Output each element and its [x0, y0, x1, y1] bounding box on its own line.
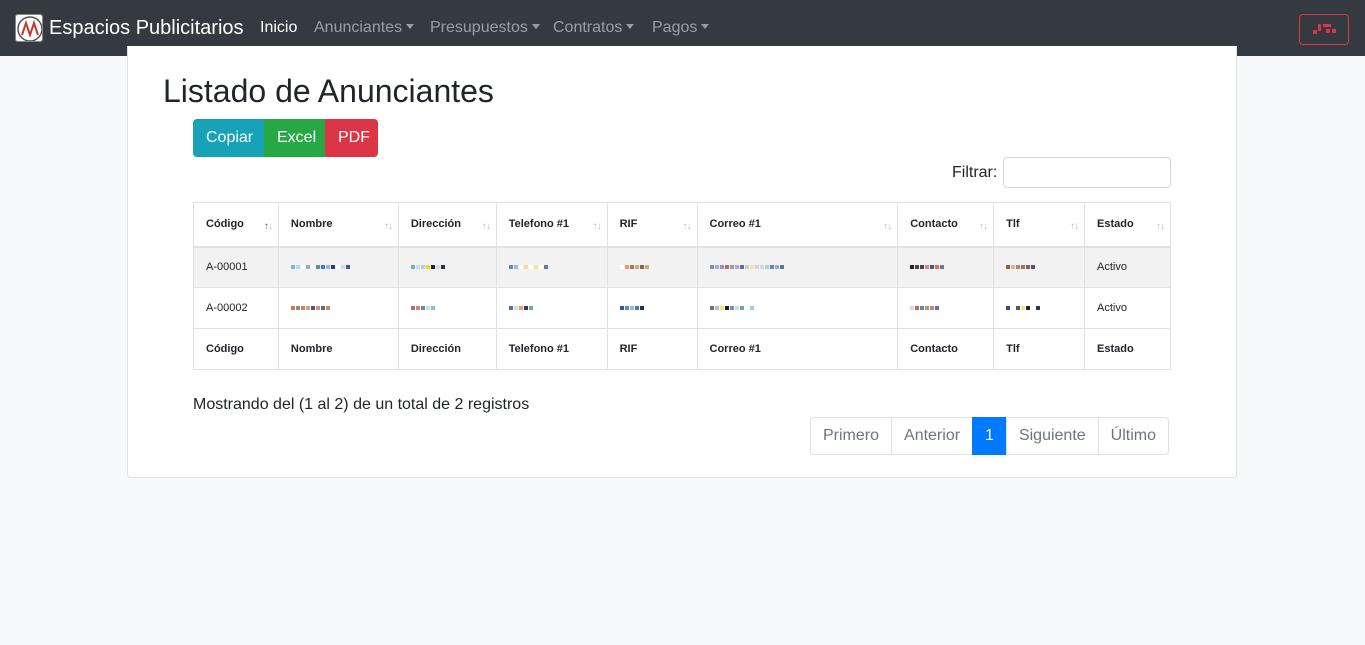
caret-down-icon	[701, 24, 710, 29]
cell-redacted	[993, 246, 1085, 288]
pagination: Primero Anterior 1 Siguiente Último	[810, 417, 1170, 455]
column-header-direccion[interactable]: Dirección ↑↓	[397, 202, 497, 248]
redacted-text	[508, 302, 533, 314]
user-icon	[1313, 24, 1337, 36]
table-header-row: Código ↑↓ Nombre ↑↓ Dirección ↑↓ Telefono #…	[193, 202, 1171, 248]
page-first-button[interactable]: Primero	[810, 417, 893, 455]
redacted-text	[910, 302, 940, 314]
cell-redacted	[495, 246, 608, 288]
footer-estado: Estado	[1084, 328, 1171, 370]
cell-redacted	[897, 246, 995, 288]
table-footer-row: Código Nombre Dirección Telefono #1 RIF …	[193, 328, 1171, 370]
column-header-tlf[interactable]: Tlf ↑↓	[993, 202, 1085, 248]
redacted-text	[1006, 302, 1041, 314]
cell-estado: Activo	[1084, 246, 1171, 288]
sort-icon: ↑↓	[682, 221, 692, 232]
caret-down-icon	[626, 24, 635, 29]
brand-title: Espacios Publicitarios	[49, 17, 244, 39]
footer-codigo: Código	[193, 328, 279, 370]
redacted-text	[508, 261, 548, 273]
footer-correo: Correo #1	[696, 328, 899, 370]
sort-icon: ↑↓	[1070, 221, 1079, 232]
redacted-text	[290, 261, 350, 273]
sort-icon: ↑↓	[481, 221, 491, 232]
sort-icon: ↑↓	[383, 221, 393, 232]
cell-estado: Activo	[1084, 287, 1171, 329]
brand[interactable]: Espacios Publicitarios	[15, 13, 244, 43]
footer-contacto: Contacto	[897, 328, 995, 370]
brand-logo-icon	[15, 14, 43, 42]
nav-contratos-dropdown[interactable]: Contratos	[553, 18, 635, 38]
cell-redacted	[606, 287, 698, 329]
sort-icon: ↑↓	[883, 221, 892, 232]
page-next-button[interactable]: Siguiente	[1005, 417, 1099, 455]
cell-redacted	[897, 287, 995, 329]
column-header-correo[interactable]: Correo #1 ↑↓	[696, 202, 899, 248]
cell-redacted	[495, 287, 608, 329]
footer-direccion: Dirección	[397, 328, 497, 370]
page-previous-button[interactable]: Anterior	[891, 417, 974, 455]
cell-redacted	[397, 287, 497, 329]
page-current-button[interactable]: 1	[972, 417, 1007, 455]
nav-presupuestos-dropdown[interactable]: Presupuestos	[430, 18, 540, 38]
caret-down-icon	[406, 24, 415, 29]
caret-down-icon	[531, 24, 540, 29]
filter-label: Filtrar:	[952, 164, 998, 181]
redacted-text	[709, 302, 754, 314]
cell-redacted	[397, 246, 497, 288]
cell-redacted	[993, 287, 1085, 329]
footer-rif: RIF	[606, 328, 698, 370]
column-header-contacto[interactable]: Contacto ↑↓	[897, 202, 995, 248]
cell-redacted	[277, 287, 399, 329]
table-row[interactable]: A-00001 Activo	[193, 246, 1171, 288]
column-header-estado[interactable]: Estado ↑↓	[1084, 202, 1171, 248]
export-button-group: Copiar Excel PDF	[193, 119, 378, 157]
redacted-text	[910, 261, 945, 273]
sort-icon: ↑↓	[592, 221, 602, 232]
redacted-text	[1006, 261, 1036, 273]
column-header-codigo[interactable]: Código ↑↓	[193, 202, 279, 248]
column-header-rif[interactable]: RIF ↑↓	[606, 202, 698, 248]
nav-inicio[interactable]: Inicio	[260, 18, 297, 38]
nav-anunciantes-dropdown[interactable]: Anunciantes	[314, 18, 415, 38]
table-info: Mostrando del (1 al 2) de un total de 2 …	[193, 396, 530, 413]
footer-telefono: Telefono #1	[495, 328, 608, 370]
cell-codigo: A-00001	[193, 246, 279, 288]
redacted-text	[290, 302, 330, 314]
advertisers-table: Código ↑↓ Nombre ↑↓ Dirección ↑↓ Telefono #…	[193, 202, 1171, 370]
excel-button[interactable]: Excel	[264, 119, 325, 157]
footer-tlf: Tlf	[993, 328, 1085, 370]
page-title: Listado de Anunciantes	[163, 73, 494, 109]
pdf-button[interactable]: PDF	[325, 119, 378, 157]
column-header-telefono[interactable]: Telefono #1 ↑↓	[495, 202, 608, 248]
cell-redacted	[606, 246, 698, 288]
cell-redacted	[277, 246, 399, 288]
redacted-text	[410, 261, 445, 273]
cell-redacted	[696, 246, 899, 288]
filter-input[interactable]	[1003, 157, 1171, 188]
redacted-text	[619, 261, 649, 273]
sort-icon: ↑↓	[979, 221, 988, 232]
cell-codigo: A-00002	[193, 287, 279, 329]
redacted-text	[619, 302, 644, 314]
user-menu-button[interactable]	[1299, 14, 1349, 45]
column-header-nombre[interactable]: Nombre ↑↓	[277, 202, 399, 248]
redacted-text	[410, 302, 435, 314]
nav-pagos-dropdown[interactable]: Pagos	[652, 18, 710, 38]
sort-icon: ↑↓	[263, 221, 273, 232]
sort-icon: ↑↓	[1156, 221, 1165, 232]
cell-redacted	[696, 287, 899, 329]
footer-nombre: Nombre	[277, 328, 399, 370]
copy-button[interactable]: Copiar	[193, 119, 264, 157]
table-row[interactable]: A-00002 Activo	[193, 287, 1171, 329]
redacted-text	[709, 261, 784, 273]
page-last-button[interactable]: Último	[1097, 417, 1170, 455]
